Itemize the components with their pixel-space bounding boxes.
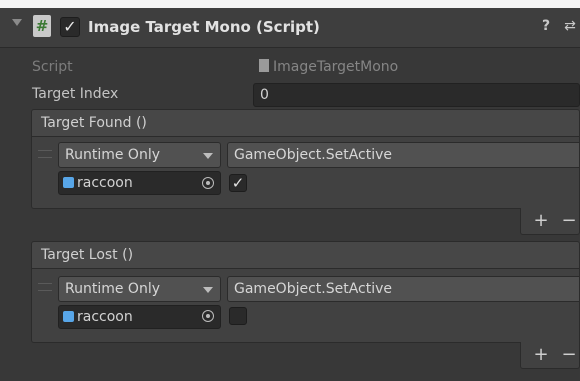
script-field: ImageTargetMono xyxy=(253,56,580,78)
function-dropdown[interactable]: GameObject.SetActive xyxy=(227,142,580,168)
object-field[interactable]: raccoon xyxy=(58,171,221,195)
drag-handle-icon[interactable] xyxy=(38,150,52,158)
add-button[interactable]: + xyxy=(528,209,554,233)
object-field[interactable]: raccoon xyxy=(58,305,221,329)
runtime-mode-dropdown[interactable]: Runtime Only xyxy=(58,276,221,302)
function-dropdown[interactable]: GameObject.SetActive xyxy=(227,276,580,302)
help-icon[interactable]: ? xyxy=(536,16,556,36)
target-found-event-header: Target Found () xyxy=(31,109,580,137)
component-enabled-checkbox[interactable]: ✓ xyxy=(60,17,80,37)
target-index-input[interactable]: 0 xyxy=(253,83,580,107)
script-file-icon xyxy=(259,59,269,72)
target-lost-event-header: Target Lost () xyxy=(31,241,580,269)
add-button[interactable]: + xyxy=(528,343,554,367)
chevron-down-icon xyxy=(203,153,213,159)
remove-button[interactable]: − xyxy=(556,343,580,367)
function-value: GameObject.SetActive xyxy=(234,281,393,297)
object-picker-icon[interactable] xyxy=(202,177,214,189)
object-value: raccoon xyxy=(77,175,133,191)
script-icon: # xyxy=(33,15,51,37)
runtime-mode-dropdown[interactable]: Runtime Only xyxy=(58,142,221,168)
chevron-down-icon xyxy=(203,287,213,293)
bool-argument-checkbox[interactable]: ✓ xyxy=(229,307,247,325)
drag-handle-icon[interactable] xyxy=(38,283,52,291)
remove-button[interactable]: − xyxy=(556,209,580,233)
function-value: GameObject.SetActive xyxy=(234,147,393,163)
bool-argument-checkbox[interactable]: ✓ xyxy=(229,174,247,192)
runtime-mode-value: Runtime Only xyxy=(65,147,160,163)
gameobject-icon xyxy=(63,311,74,322)
object-value: raccoon xyxy=(77,309,133,325)
gameobject-icon xyxy=(63,177,74,188)
script-label: Script xyxy=(32,59,73,75)
component-title: Image Target Mono (Script) xyxy=(88,18,320,36)
object-picker-icon[interactable] xyxy=(202,310,214,322)
top-strip xyxy=(0,0,580,8)
presets-icon[interactable]: ⇄ xyxy=(560,16,580,36)
script-value: ImageTargetMono xyxy=(273,59,399,75)
runtime-mode-value: Runtime Only xyxy=(65,281,160,297)
triangle-down-icon[interactable] xyxy=(12,19,22,26)
target-index-label: Target Index xyxy=(32,86,119,102)
